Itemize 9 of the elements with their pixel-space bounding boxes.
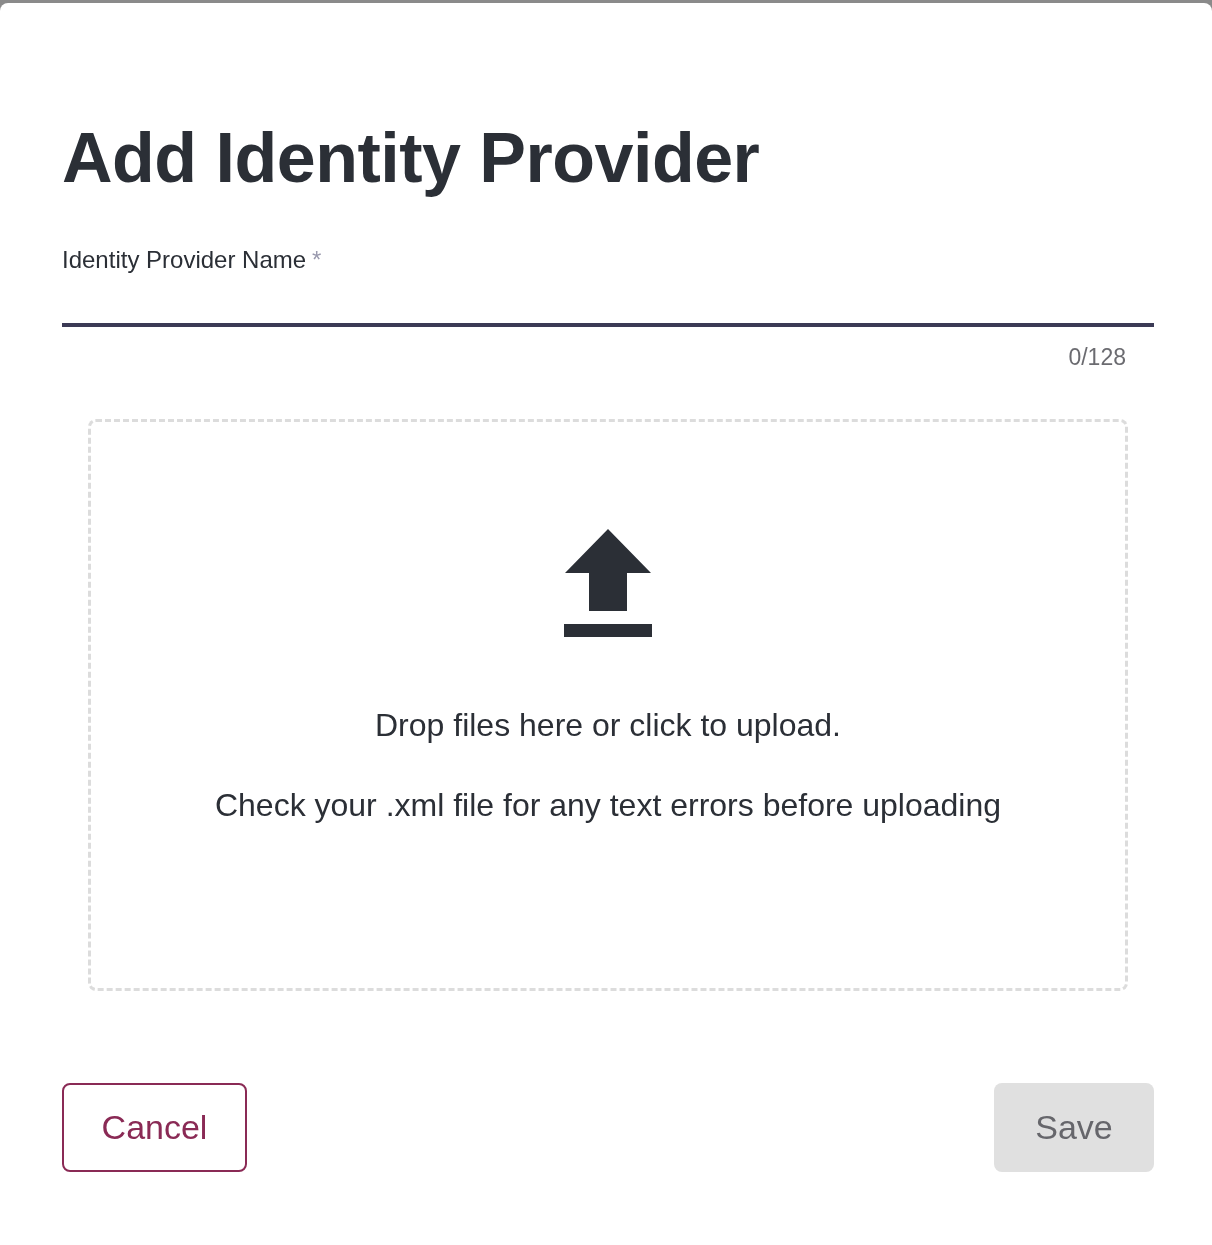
character-counter: 0/128 <box>1068 344 1126 371</box>
upload-instruction: Drop files here or click to upload. <box>375 706 841 745</box>
drop-zone[interactable]: Drop files here or click to upload. Check your .xml file for any text errors before uploading <box>88 419 1128 991</box>
field-label: Identity Provider Name <box>62 245 307 275</box>
upload-icon <box>564 529 652 637</box>
required-mark: * <box>312 245 322 275</box>
upload-hint: Check your .xml file for any text errors before uploading <box>214 786 1002 825</box>
cancel-button[interactable]: Cancel <box>62 1083 247 1172</box>
dialog-title: Add Identity Provider <box>62 118 761 199</box>
